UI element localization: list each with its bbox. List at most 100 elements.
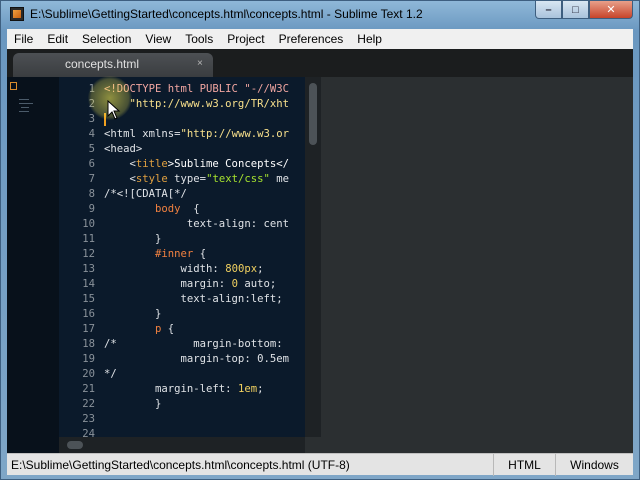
close-button[interactable]: ✕	[589, 1, 633, 19]
tab-label: concepts.html	[64, 57, 140, 71]
vertical-scrollbar[interactable]	[305, 77, 321, 437]
line-number: 17	[82, 323, 95, 335]
code-line[interactable]: 5 <head>	[59, 142, 305, 157]
status-syntax[interactable]: HTML	[493, 454, 555, 476]
tab-close-icon[interactable]: ×	[197, 58, 203, 69]
code-token: }	[104, 233, 162, 245]
minimize-button[interactable]: –	[535, 1, 562, 19]
code-token: }	[104, 308, 162, 320]
code-token: */	[104, 368, 117, 380]
tab-concepts-html[interactable]: concepts.html ×	[13, 53, 213, 77]
title-bar[interactable]: E:\Sublime\GettingStarted\concepts.html\…	[1, 1, 639, 28]
editor-area: 1<!DOCTYPE html PUBLIC "-//W3C2 "http://…	[7, 77, 633, 453]
code-token: <!DOCTYPE html PUBLIC "-//W3C	[104, 83, 289, 95]
code-line[interactable]: 4 <html xmlns="http://www.w3.or	[59, 127, 305, 142]
vertical-scroll-thumb[interactable]	[309, 83, 317, 145]
code-token: 1em	[237, 383, 258, 395]
code-token: type=	[174, 173, 207, 185]
code-token: margin:	[104, 278, 232, 290]
code-line[interactable]: 17 p {	[59, 322, 305, 337]
code-line[interactable]: 22 }	[59, 397, 305, 412]
line-number: 8	[88, 188, 95, 200]
minimap-viewport-marker	[10, 82, 17, 90]
horizontal-scroll-thumb[interactable]	[67, 441, 83, 449]
code-line[interactable]: 8 /*<![CDATA[*/	[59, 187, 305, 202]
code-token: "text/css"	[206, 173, 270, 185]
code-token: ;	[257, 263, 264, 275]
sublime-icon[interactable]	[10, 7, 24, 21]
line-number: 6	[88, 158, 95, 170]
code-token: >Sublime Concepts</	[167, 158, 289, 170]
app-window: E:\Sublime\GettingStarted\concepts.html\…	[0, 0, 640, 480]
code-token: #inner	[155, 248, 194, 260]
code-token: margin-left:	[104, 383, 238, 395]
tab-bar: concepts.html ×	[7, 49, 633, 77]
code-token: <	[104, 158, 136, 170]
code-line[interactable]: 19 margin-top: 0.5em	[59, 352, 305, 367]
line-number: 18	[82, 338, 95, 350]
menu-file[interactable]: File	[7, 29, 40, 49]
maximize-button[interactable]: □	[562, 1, 589, 19]
code-line[interactable]: 14 margin: 0 auto;	[59, 277, 305, 292]
menu-view[interactable]: View	[138, 29, 178, 49]
code-line[interactable]: 10 text-align: cent	[59, 217, 305, 232]
code-token: "http://www.w3.or	[180, 128, 289, 140]
line-number: 19	[82, 353, 95, 365]
code-token: /*<![CDATA[*/	[104, 188, 187, 200]
menu-edit[interactable]: Edit	[40, 29, 75, 49]
code-token: /* margin-bottom:	[104, 338, 283, 350]
code-token: margin-top: 0.5em	[104, 353, 289, 365]
line-number: 15	[82, 293, 95, 305]
code-line[interactable]: 16 }	[59, 307, 305, 322]
code-line[interactable]: 13 width: 800px;	[59, 262, 305, 277]
line-number: 21	[82, 383, 95, 395]
line-number: 23	[82, 413, 95, 425]
code-token: {	[161, 323, 175, 335]
line-number: 13	[82, 263, 95, 275]
window-title: E:\Sublime\GettingStarted\concepts.html\…	[30, 7, 423, 21]
code-token: text-align:left;	[104, 293, 283, 305]
line-number: 22	[82, 398, 95, 410]
code-token: }	[104, 398, 162, 410]
code-line[interactable]: 23	[59, 412, 305, 427]
code-line[interactable]: 9 body {	[59, 202, 305, 217]
line-number: 5	[88, 143, 95, 155]
menu-selection[interactable]: Selection	[75, 29, 138, 49]
menu-tools[interactable]: Tools	[178, 29, 220, 49]
code-token: body	[155, 203, 181, 215]
code-line[interactable]: 6 <title>Sublime Concepts</	[59, 157, 305, 172]
status-line-endings[interactable]: Windows	[555, 454, 633, 476]
line-number: 11	[82, 233, 95, 245]
code-line[interactable]: 20 */	[59, 367, 305, 382]
menu-project[interactable]: Project	[220, 29, 271, 49]
code-token: text-align: cent	[104, 218, 289, 230]
code-token: auto;	[237, 278, 277, 290]
menu-bar: File Edit Selection View Tools Project P…	[7, 29, 633, 49]
code-token: <html xmlns=	[104, 128, 181, 140]
menu-help[interactable]: Help	[350, 29, 389, 49]
code-token: style	[135, 173, 175, 185]
code-line[interactable]: 7 <style type="text/css" me	[59, 172, 305, 187]
menu-preferences[interactable]: Preferences	[272, 29, 351, 49]
code-line[interactable]: 12 #inner {	[59, 247, 305, 262]
code-token: {	[180, 203, 200, 215]
status-bar: E:\Sublime\GettingStarted\concepts.html\…	[7, 453, 633, 476]
code-line[interactable]: 15 text-align:left;	[59, 292, 305, 307]
code-line[interactable]: 18 /* margin-bottom:	[59, 337, 305, 352]
line-number: 9	[88, 203, 95, 215]
code-token: 800px	[225, 263, 258, 275]
code-token: title	[135, 158, 168, 170]
minimap[interactable]	[7, 77, 59, 453]
code-token: width:	[104, 263, 226, 275]
mouse-pointer-icon	[107, 100, 121, 120]
code-token: ;	[257, 383, 264, 395]
code-token: me	[269, 173, 289, 185]
code-line[interactable]: 21 margin-left: 1em;	[59, 382, 305, 397]
code-line[interactable]: 11 }	[59, 232, 305, 247]
line-number: 12	[82, 248, 95, 260]
code-editor[interactable]: 1<!DOCTYPE html PUBLIC "-//W3C2 "http://…	[59, 77, 305, 453]
horizontal-scrollbar[interactable]	[59, 437, 305, 453]
